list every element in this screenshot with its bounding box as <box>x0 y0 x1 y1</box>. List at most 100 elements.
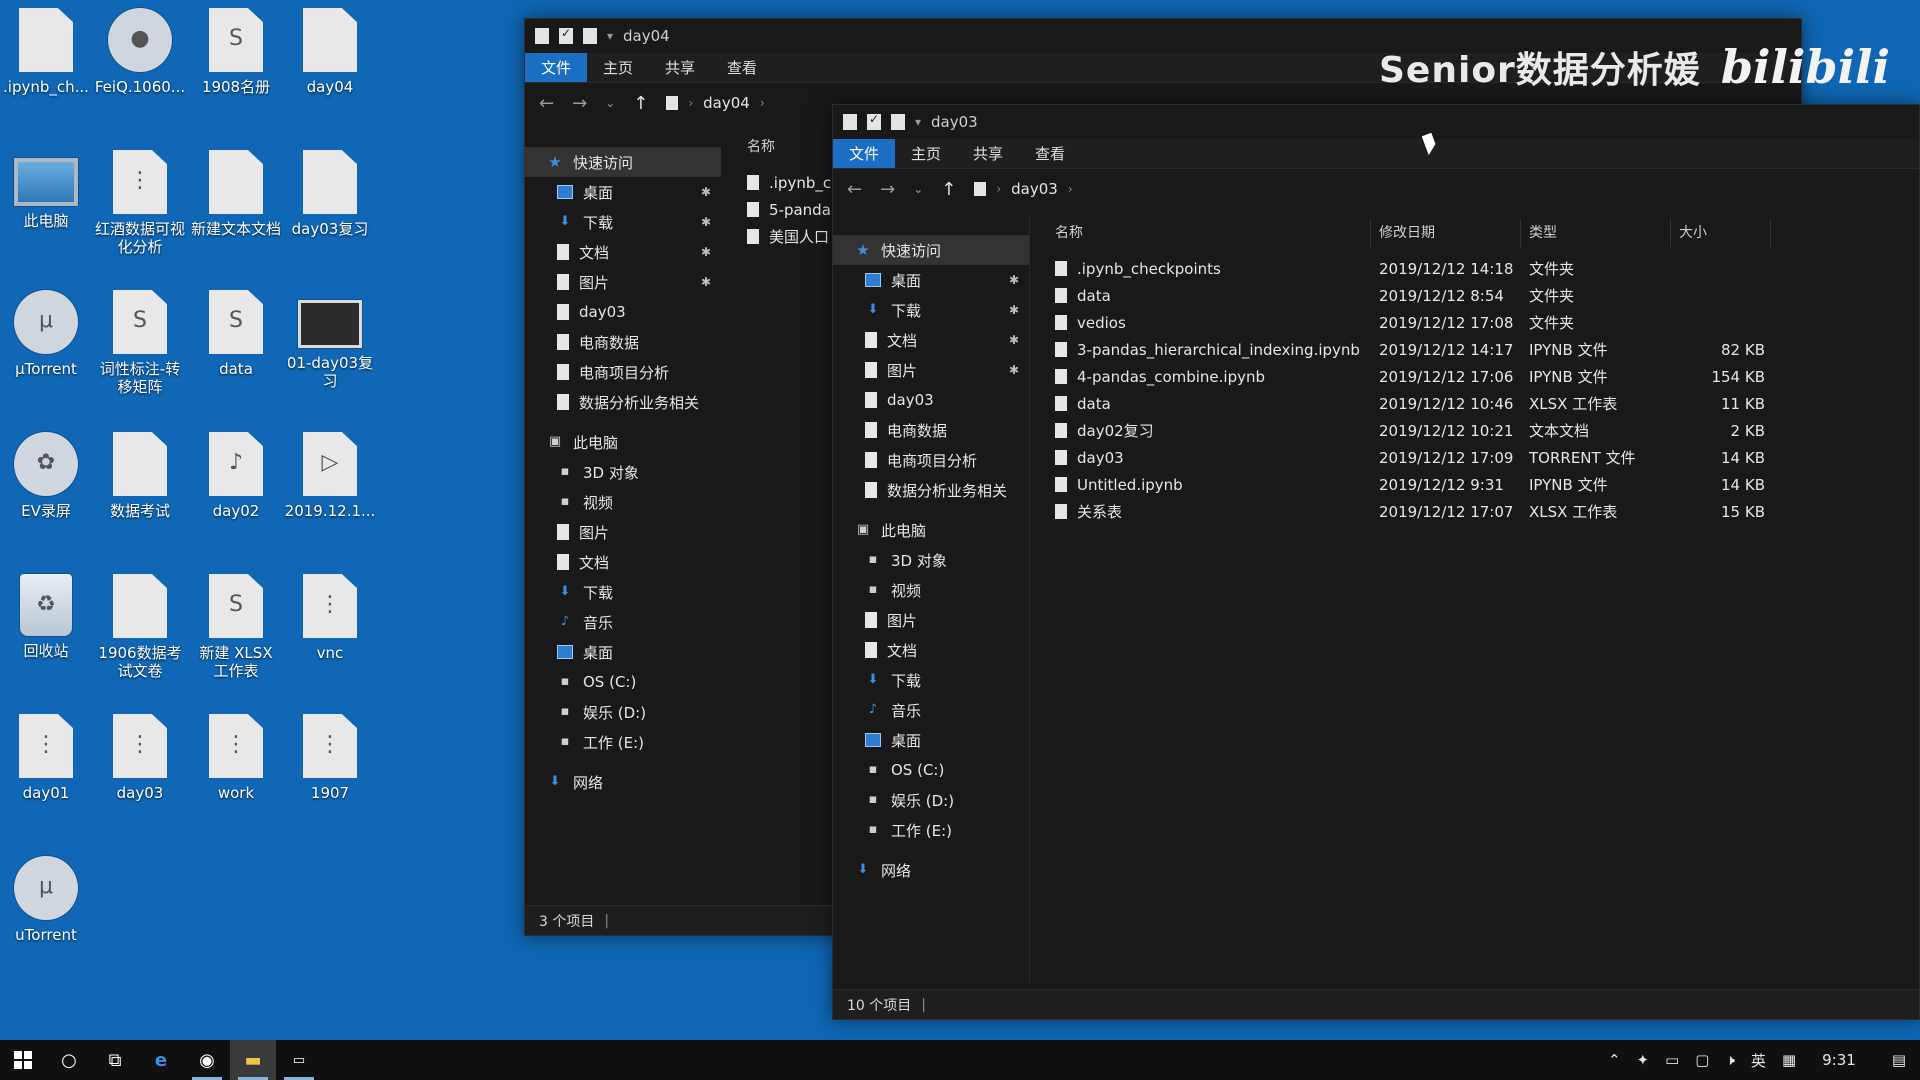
back-arrow-icon[interactable]: ← <box>539 93 554 114</box>
nav-item-videos[interactable]: ▪ 视频 <box>833 575 1029 605</box>
recent-dropdown-icon[interactable]: ⌄ <box>913 182 923 196</box>
new-folder-icon[interactable] <box>583 28 597 44</box>
nav-item-downloads[interactable]: ⬇ 下载 ✱ <box>525 207 721 237</box>
desktop-icon[interactable]: ⋮ work <box>190 714 282 802</box>
properties-icon[interactable] <box>867 112 881 130</box>
nav-item-music[interactable]: ♪ 音乐 <box>833 695 1029 725</box>
file-row[interactable]: vedios 2019/12/12 17:08 文件夹 <box>1047 309 1827 336</box>
desktop-icon[interactable]: Sdata <box>190 290 282 378</box>
tab-view[interactable]: 查看 <box>711 53 773 82</box>
nav-item-drive-d[interactable]: ▪ 娱乐 (D:) <box>525 697 721 727</box>
breadcrumb-day04[interactable]: day04 <box>703 94 750 112</box>
desktop-icon[interactable]: 1906数据考试文卷 <box>94 574 186 680</box>
title-bar[interactable]: ▾ day03 <box>833 105 1919 139</box>
desktop-icon[interactable]: ⋮ day01 <box>0 714 92 802</box>
breadcrumb[interactable]: › day04 › <box>666 94 765 112</box>
nav-item-3d-objects[interactable]: ▪ 3D 对象 <box>525 457 721 487</box>
pin-icon[interactable]: ✱ <box>1009 333 1019 347</box>
desktop-icon[interactable]: ✿ EV录屏 <box>0 432 92 520</box>
desktop-icon[interactable]: 新建文本文档 <box>190 150 282 238</box>
nav-item-data-business[interactable]: 数据分析业务相关 <box>525 387 721 417</box>
nav-item-music[interactable]: ♪ 音乐 <box>525 607 721 637</box>
tab-home[interactable]: 主页 <box>895 139 957 168</box>
nav-item-network[interactable]: ⬇ 网络 <box>833 855 1029 885</box>
nav-item-drive-c[interactable]: ▪ OS (C:) <box>833 755 1029 785</box>
desktop-icon[interactable]: ♻ 回收站 <box>0 574 92 660</box>
desktop-icon[interactable]: ⋮ 红酒数据可视化分析 <box>94 150 186 256</box>
pin-icon[interactable]: ✱ <box>701 215 711 229</box>
nav-item-pictures[interactable]: 图片 <box>833 605 1029 635</box>
nav-item-desktop[interactable]: 桌面 ✱ <box>525 177 721 207</box>
pin-icon[interactable]: ✱ <box>1009 273 1019 287</box>
forward-arrow-icon[interactable]: → <box>572 93 587 114</box>
nav-item-day03[interactable]: day03 <box>833 385 1029 415</box>
keyboard-grid-icon[interactable]: ▦ <box>1782 1051 1796 1069</box>
desktop-icon[interactable]: ⋮ day03 <box>94 714 186 802</box>
desktop-icon[interactable]: S 词性标注-转移矩阵 <box>94 290 186 396</box>
terminal-button[interactable]: ▭ <box>276 1040 322 1080</box>
nav-item-pictures[interactable]: 图片 ✱ <box>833 355 1029 385</box>
quick-access-dropdown-icon[interactable]: ▾ <box>607 29 613 43</box>
properties-icon[interactable] <box>559 26 573 44</box>
file-row[interactable]: 3-pandas_hierarchical_indexing.ipynb 2019… <box>1047 336 1827 363</box>
clock[interactable]: 9:31 <box>1822 1051 1856 1069</box>
nav-item-desktop[interactable]: 桌面 <box>525 637 721 667</box>
tab-file[interactable]: 文件 <box>833 139 896 168</box>
ime-indicator[interactable]: 英 <box>1751 1050 1766 1071</box>
tab-view[interactable]: 查看 <box>1019 139 1081 168</box>
file-row[interactable]: day02复习 2019/12/12 10:21 文本文档 2 KB <box>1047 417 1827 444</box>
nav-item-downloads[interactable]: ⬇ 下载 <box>833 665 1029 695</box>
start-button[interactable] <box>0 1040 46 1080</box>
file-explorer-button[interactable]: ▬ <box>230 1040 276 1080</box>
desktop-icon[interactable]: ♪ day02 <box>190 432 282 520</box>
explorer-window-day03[interactable]: ▾ day03 文件 主页 共享 查看 ← → ⌄ ↑ › day03 › ★ 快… <box>832 104 1920 1020</box>
pin-icon[interactable]: ✱ <box>701 275 711 289</box>
desktop-icon[interactable]: .ipynb_ch... <box>0 8 92 96</box>
pin-icon[interactable]: ✱ <box>1009 303 1019 317</box>
nav-item-drive-c[interactable]: ▪ OS (C:) <box>525 667 721 697</box>
nav-item-ecommerce-analysis[interactable]: 电商项目分析 <box>525 357 721 387</box>
pin-icon[interactable]: ✱ <box>701 245 711 259</box>
desktop-icon[interactable]: 数据考试 <box>94 432 186 520</box>
desktop-icon[interactable]: day04 <box>284 8 376 96</box>
file-row[interactable]: data 2019/12/12 8:54 文件夹 <box>1047 282 1827 309</box>
nav-item-desktop[interactable]: 桌面 <box>833 725 1029 755</box>
tab-home[interactable]: 主页 <box>587 53 649 82</box>
nav-item-drive-e[interactable]: ▪ 工作 (E:) <box>833 815 1029 845</box>
column-name[interactable]: 名称 <box>1047 219 1371 247</box>
edge-browser-button[interactable]: e <box>138 1040 184 1080</box>
new-folder-icon[interactable] <box>891 114 905 130</box>
nav-item-this-pc[interactable]: ▣ 此电脑 <box>525 427 721 457</box>
nav-item-documents[interactable]: 文档 ✱ <box>833 325 1029 355</box>
chevron-up-icon[interactable]: ⌃ <box>1608 1051 1621 1069</box>
tab-share[interactable]: 共享 <box>649 53 711 82</box>
file-row[interactable]: Untitled.ipynb 2019/12/12 9:31 IPYNB 文件 14 … <box>1047 471 1827 498</box>
file-row[interactable]: 4-pandas_combine.ipynb 2019/12/12 17:06 IP… <box>1047 363 1827 390</box>
search-button[interactable]: ○ <box>46 1040 92 1080</box>
desktop-icon[interactable]: S 新建 XLSX 工作表 <box>190 574 282 680</box>
task-view-button[interactable]: ⧉ <box>92 1040 138 1080</box>
quick-access-dropdown-icon[interactable]: ▾ <box>915 115 921 129</box>
file-row[interactable]: .ipynb_checkpoints 2019/12/12 14:18 文件夹 <box>1047 255 1827 282</box>
nav-item-quick-access[interactable]: ★ 快速访问 <box>525 147 721 177</box>
column-size[interactable]: 大小 <box>1671 219 1771 247</box>
nav-item-pictures[interactable]: 图片 <box>525 517 721 547</box>
nav-item-downloads[interactable]: ⬇ 下载 <box>525 577 721 607</box>
tab-file[interactable]: 文件 <box>525 53 588 82</box>
file-row[interactable]: 关系表 2019/12/12 17:07 XLSX 工作表 15 KB <box>1047 498 1827 525</box>
nav-item-drive-e[interactable]: ▪ 工作 (E:) <box>525 727 721 757</box>
desktop-icon[interactable]: 01-day03复习 <box>284 290 376 390</box>
chrome-button[interactable]: ◉ <box>184 1040 230 1080</box>
nav-item-this-pc[interactable]: ▣ 此电脑 <box>833 515 1029 545</box>
back-arrow-icon[interactable]: ← <box>847 179 862 200</box>
forward-arrow-icon[interactable]: → <box>880 179 895 200</box>
nav-item-documents[interactable]: 文档 ✱ <box>525 237 721 267</box>
nav-item-documents[interactable]: 文档 <box>525 547 721 577</box>
pin-icon[interactable]: ✱ <box>701 185 711 199</box>
desktop-icon[interactable]: ● FeiQ.1060... <box>94 8 186 96</box>
notification-icon[interactable]: ▤ <box>1892 1051 1906 1069</box>
nav-item-pictures[interactable]: 图片 ✱ <box>525 267 721 297</box>
network-icon[interactable]: ▢ <box>1695 1051 1709 1069</box>
desktop-icon[interactable]: μ uTorrent <box>0 856 92 944</box>
column-date[interactable]: 修改日期 <box>1371 219 1521 247</box>
